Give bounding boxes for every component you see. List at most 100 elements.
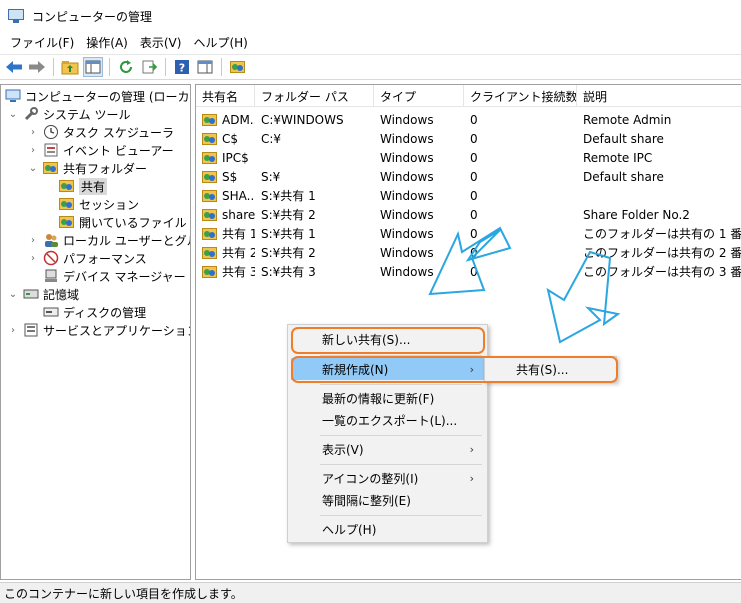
menu-item-help[interactable]: ヘルプ(H) (291, 518, 484, 540)
cell-client-connections: 0 (464, 132, 577, 146)
share-icon (202, 113, 218, 127)
cell-type: Windows (374, 246, 464, 260)
cell-text: 0 (470, 169, 478, 184)
table-row[interactable]: SHA... S:¥共有 1 Windows 0 (196, 186, 741, 205)
chevron-right-icon[interactable]: › (27, 127, 39, 138)
column-header: 共有名 フォルダー パス タイプ クライアント接続数 説明 (196, 85, 741, 107)
cell-text: 0 (470, 207, 478, 222)
tree-item-open-files[interactable]: 開いているファイル (59, 213, 187, 231)
cell-text: 共有 1 (222, 227, 255, 241)
cell-text: 0 (470, 226, 478, 241)
tree-item-event-viewer[interactable]: › イベント ビューアー (27, 141, 174, 159)
export-icon[interactable] (139, 57, 159, 77)
share-icon (59, 196, 75, 212)
device-manager-icon (43, 268, 59, 284)
up-folder-icon[interactable] (60, 57, 80, 77)
cell-client-connections: 0 (464, 265, 577, 279)
show-tree-icon[interactable] (83, 57, 103, 77)
tree-item-sessions[interactable]: セッション (59, 195, 139, 213)
tree-item-services-apps[interactable]: › サービスとアプリケーション (7, 321, 190, 339)
help-icon[interactable]: ? (172, 57, 192, 77)
menu-item-line-up[interactable]: 等間隔に整列(E) (291, 489, 484, 511)
menu-item-view[interactable]: 表示(V) › (291, 438, 484, 460)
chevron-right-icon[interactable]: › (27, 235, 39, 246)
tree-item-system-tools[interactable]: ⌄ システム ツール (7, 105, 130, 123)
cell-share-name: 共有 1 (196, 225, 255, 242)
share-icon (202, 246, 218, 260)
share-icon (202, 265, 218, 279)
tree-item-disk-management[interactable]: ディスクの管理 (43, 303, 146, 321)
table-row[interactable]: ADM... C:¥WINDOWS Windows 0 Remote Admin (196, 110, 741, 129)
tree-label: システム ツール (43, 107, 131, 122)
back-icon[interactable] (4, 57, 24, 77)
forward-icon[interactable] (27, 57, 47, 77)
column-description[interactable]: 説明 (577, 85, 741, 107)
cell-share-name: ADM... (196, 113, 255, 127)
cell-type: Windows (374, 265, 464, 279)
cell-client-connections: 0 (464, 151, 577, 165)
new-share-icon[interactable] (228, 57, 248, 77)
properties-icon[interactable] (195, 57, 215, 77)
cell-folder-path: S:¥ (255, 170, 374, 184)
menu-item-label: アイコンの整列(I) (322, 471, 419, 486)
tree-item-device-manager[interactable]: デバイス マネージャー (43, 267, 186, 285)
menu-separator (320, 464, 482, 465)
tree-item-shared-folders[interactable]: ⌄ 共有フォルダー (27, 159, 147, 177)
clock-icon (43, 124, 59, 140)
cell-text: 0 (470, 112, 478, 127)
refresh-icon[interactable] (116, 57, 136, 77)
cell-type: Windows (374, 170, 464, 184)
menu-item-arrange-icons[interactable]: アイコンの整列(I) › (291, 467, 484, 489)
table-row[interactable]: IPC$ Windows 0 Remote IPC (196, 148, 741, 167)
cell-text: C:¥ (261, 131, 282, 146)
column-folder-path[interactable]: フォルダー パス (255, 85, 374, 107)
cell-description: このフォルダーは共有の 2 番... (577, 244, 741, 261)
column-client-connections[interactable]: クライアント接続数 (464, 85, 577, 107)
tree-item-storage[interactable]: ⌄ 記憶域 (7, 285, 79, 303)
chevron-down-icon[interactable]: ⌄ (7, 109, 19, 120)
chevron-down-icon[interactable]: ⌄ (7, 289, 19, 300)
cell-description: このフォルダーは共有の 3 番... (577, 263, 741, 280)
menu-item-refresh[interactable]: 最新の情報に更新(F) (291, 387, 484, 409)
table-row[interactable]: share... S:¥共有 2 Windows 0 Share Folder No.2 (196, 205, 741, 224)
cell-text: このフォルダーは共有の 3 番... (583, 265, 741, 279)
tree-item-shares[interactable]: 共有 (59, 177, 108, 195)
cell-text: S:¥共有 1 (261, 227, 316, 241)
table-row[interactable]: S$ S:¥ Windows 0 Default share (196, 167, 741, 186)
cell-client-connections: 0 (464, 246, 577, 260)
storage-icon (23, 286, 39, 302)
share-icon (202, 151, 218, 165)
tools-icon (23, 106, 39, 122)
tree-item-task-scheduler[interactable]: › タスク スケジューラ (27, 123, 174, 141)
chevron-down-icon[interactable]: ⌄ (27, 163, 39, 174)
cell-client-connections: 0 (464, 113, 577, 127)
table-row[interactable]: 共有 3 S:¥共有 3 Windows 0 このフォルダーは共有の 3 番... (196, 262, 741, 281)
menu-help[interactable]: ヘルプ(H) (187, 34, 253, 51)
column-type[interactable]: タイプ (374, 85, 464, 107)
table-row[interactable]: C$ C:¥ Windows 0 Default share (196, 129, 741, 148)
tree-item-local-users[interactable]: › ローカル ユーザーとグループ (27, 231, 190, 249)
menu-file[interactable]: ファイル(F) (4, 34, 80, 51)
menu-item-label: 表示(V) (322, 442, 364, 457)
tree-label: ディスクの管理 (63, 305, 147, 320)
cell-text: 0 (470, 264, 478, 279)
tree-item-performance[interactable]: › パフォーマンス (27, 249, 147, 267)
table-row[interactable]: 共有 1 S:¥共有 1 Windows 0 このフォルダーは共有の 1 番... (196, 224, 741, 243)
chevron-right-icon[interactable]: › (7, 325, 19, 336)
cell-client-connections: 0 (464, 208, 577, 222)
cell-folder-path: S:¥共有 3 (255, 263, 374, 280)
table-row[interactable]: 共有 2 S:¥共有 2 Windows 0 このフォルダーは共有の 2 番... (196, 243, 741, 262)
cell-share-name: S$ (196, 170, 255, 184)
tree-item-computer-management[interactable]: コンピューターの管理 (ローカル) (5, 87, 190, 105)
cell-text: 0 (470, 188, 478, 203)
menu-action[interactable]: 操作(A) (80, 34, 134, 51)
cell-share-name: C$ (196, 132, 255, 146)
chevron-right-icon[interactable]: › (27, 253, 39, 264)
chevron-right-icon[interactable]: › (27, 145, 39, 156)
column-share-name[interactable]: 共有名 (196, 85, 255, 107)
tree-label: パフォーマンス (63, 251, 147, 266)
menu-item-export-list[interactable]: 一覧のエクスポート(L)... (291, 409, 484, 431)
cell-text: Windows (380, 150, 434, 165)
menu-view[interactable]: 表示(V) (134, 34, 188, 51)
cell-description: Default share (577, 170, 741, 184)
